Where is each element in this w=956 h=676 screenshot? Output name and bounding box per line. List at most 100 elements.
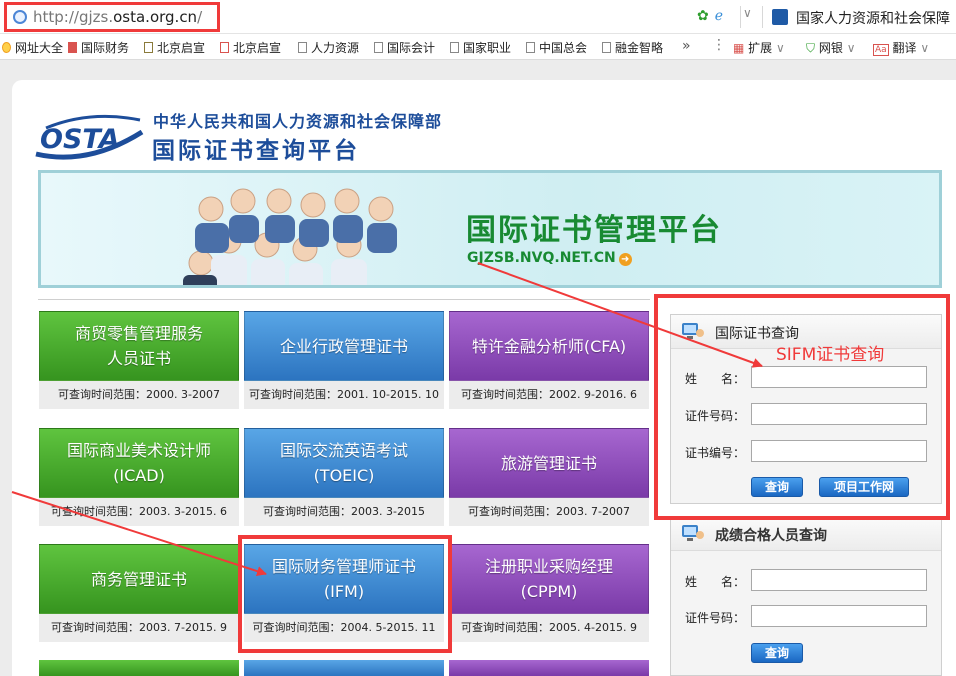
cert-title-line: 商贸零售管理服务	[74, 324, 203, 343]
cert-title[interactable]: 企业行政管理证书	[244, 311, 444, 381]
divider	[762, 6, 763, 28]
page-icon	[298, 42, 307, 53]
chevron-down-icon: ∨	[846, 41, 856, 55]
cert-tile-partial[interactable]	[449, 660, 649, 676]
refresh-leaf-icon[interactable]: ✿	[697, 8, 709, 24]
cert-title[interactable]: 国际商业美术设计师 (ICAD)	[39, 428, 239, 498]
search-button[interactable]: 查询	[751, 643, 803, 663]
range-value: 2001. 10-2015. 10	[337, 388, 439, 401]
name-input[interactable]	[751, 366, 927, 388]
cert-title[interactable]: 旅游管理证书	[449, 428, 649, 498]
cert-title[interactable]: 注册职业采购经理 (CPPM)	[449, 544, 649, 614]
cert-title-line: 旅游管理证书	[500, 453, 597, 473]
cert-title[interactable]: 国际交流英语考试 (TOEIC)	[244, 428, 444, 498]
bookmark-item[interactable]: 国际财务	[68, 39, 129, 56]
address-bar[interactable]: http://gjzs.osta.org.cn/	[4, 2, 220, 32]
bookmark-item[interactable]: 中国总会	[526, 39, 587, 56]
cert-number-input[interactable]	[751, 440, 927, 462]
tool-translate[interactable]: Aa 翻译 ∨	[873, 39, 929, 56]
bookmark-label: 国家职业	[463, 41, 512, 55]
bookmark-label: 北京启宣	[233, 41, 282, 55]
chevron-down-icon: ∨	[920, 41, 930, 55]
ie-icon[interactable]: ℯ	[715, 8, 723, 24]
cert-title[interactable]: 商务管理证书	[39, 544, 239, 614]
compat-mode-icons[interactable]: ✿ ℯ	[697, 8, 729, 24]
range-label: 可查询时间范围：	[58, 388, 147, 401]
bookmark-label: 人力资源	[311, 41, 360, 55]
range-value: 2003. 3-2015	[351, 505, 425, 518]
tool-label: 网银	[818, 41, 843, 55]
cert-title[interactable]: 商贸零售管理服务 人员证书	[39, 311, 239, 381]
bookmarks-bar: 网址大全 国际财务 北京启宣 北京启宣 人力资源 国际会计 国家职业 中国总会 …	[0, 34, 956, 60]
cert-tile[interactable]: 商贸零售管理服务 人员证书 可查询时间范围：2000. 3-2007	[39, 311, 239, 411]
range-label: 可查询时间范围：	[468, 505, 557, 518]
id-number-label: 证件号码：	[685, 611, 746, 625]
cert-title[interactable]: 国际财务管理师证书 (IFM)	[244, 544, 444, 614]
divider	[740, 6, 741, 28]
cert-range: 可查询时间范围：2003. 3-2015	[244, 498, 444, 526]
address-bar-row: http://gjzs.osta.org.cn/ ✿ ℯ ∨ 国家人力资源和社会保…	[0, 0, 956, 34]
name-label: 姓 名：	[685, 372, 746, 386]
bookmarks-more-button[interactable]: »	[682, 38, 691, 54]
computer-user-icon	[682, 525, 704, 541]
tool-netbank[interactable]: ⛉ 网银 ∨	[806, 39, 855, 56]
project-site-button[interactable]: 项目工作网	[819, 477, 909, 497]
browser-window: http://gjzs.osta.org.cn/ ✿ ℯ ∨ 国家人力资源和社会保…	[0, 0, 956, 676]
cert-number-label: 证书编号：	[685, 446, 746, 460]
page-icon	[450, 42, 459, 53]
bookmark-item[interactable]: 国家职业	[450, 39, 511, 56]
shield-icon: ⛉	[806, 41, 816, 55]
range-value: 2000. 3-2007	[146, 388, 220, 401]
cert-tile[interactable]: 国际财务管理师证书 (IFM) 可查询时间范围：2004. 5-2015. 11	[244, 544, 444, 644]
panel-header: 成绩合格人员查询	[671, 517, 941, 551]
range-label: 可查询时间范围：	[263, 505, 352, 518]
cert-title-line: 国际商业美术设计师	[66, 441, 211, 460]
tool-extensions[interactable]: ▦ 扩展 ∨	[733, 39, 785, 56]
tab-title[interactable]: 国家人力资源和社会保障	[796, 8, 950, 28]
cert-tile-partial[interactable]	[39, 660, 239, 676]
cert-tile[interactable]: 旅游管理证书 可查询时间范围：2003. 7-2007	[449, 428, 649, 528]
bookmark-icon	[144, 42, 153, 53]
cert-tile[interactable]: 国际商业美术设计师 (ICAD) 可查询时间范围：2003. 3-2015. 6	[39, 428, 239, 528]
more-options-icon[interactable]: ⋮	[712, 37, 726, 53]
banner-url-text: GJZSB.NVQ.NET.CN	[467, 250, 616, 266]
page-icon	[374, 42, 383, 53]
cert-tile[interactable]: 商务管理证书 可查询时间范围：2003. 7-2015. 9	[39, 544, 239, 644]
id-number-label: 证件号码：	[685, 409, 746, 423]
cert-title-line: (TOEIC)	[313, 466, 375, 485]
name-input[interactable]	[751, 569, 927, 591]
cert-tile[interactable]: 国际交流英语考试 (TOEIC) 可查询时间范围：2003. 3-2015	[244, 428, 444, 528]
id-number-input[interactable]	[751, 403, 927, 425]
url-text[interactable]: http://gjzs.osta.org.cn/	[33, 8, 202, 26]
cert-tile[interactable]: 企业行政管理证书 可查询时间范围：2001. 10-2015. 10	[244, 311, 444, 411]
logo-text: OSTA	[40, 124, 120, 155]
bookmark-item[interactable]: 北京启宣	[144, 39, 205, 56]
search-button[interactable]: 查询	[751, 477, 803, 497]
bookmark-icon	[68, 42, 77, 53]
range-label: 可查询时间范围：	[461, 388, 550, 401]
bookmark-item[interactable]: 国际会计	[374, 39, 435, 56]
cert-tile[interactable]: 特许金融分析师(CFA) 可查询时间范围：2002. 9-2016. 6	[449, 311, 649, 411]
url-domain: osta.org.cn	[113, 8, 198, 26]
bookmark-item[interactable]: 网址大全	[2, 39, 63, 56]
bookmark-item[interactable]: 北京启宣	[220, 39, 281, 56]
cert-title-line: 商务管理证书	[90, 569, 187, 589]
cert-tile[interactable]: 注册职业采购经理 (CPPM) 可查询时间范围：2005. 4-2015. 9	[449, 544, 649, 644]
bookmark-item[interactable]: 融金智略	[602, 39, 663, 56]
range-value: 2005. 4-2015. 9	[549, 621, 637, 634]
cert-title[interactable]: 特许金融分析师(CFA)	[449, 311, 649, 381]
range-label: 可查询时间范围：	[51, 621, 140, 634]
chevron-down-icon[interactable]: ∨	[743, 6, 752, 20]
banner[interactable]: 国际证书管理平台 GJZSB.NVQ.NET.CN ➜	[38, 170, 942, 288]
cert-tile-partial[interactable]	[244, 660, 444, 676]
range-value: 2003. 7-2007	[556, 505, 630, 518]
range-label: 可查询时间范围：	[461, 621, 550, 634]
range-value: 2003. 3-2015. 6	[139, 505, 227, 518]
globe-icon	[13, 10, 27, 24]
banner-url[interactable]: GJZSB.NVQ.NET.CN ➜	[467, 250, 632, 266]
id-number-input[interactable]	[751, 605, 927, 627]
cert-title-line: 人员证书	[106, 349, 171, 368]
bookmark-label: 网址大全	[15, 41, 64, 55]
bookmark-label: 国际财务	[81, 41, 130, 55]
bookmark-item[interactable]: 人力资源	[298, 39, 359, 56]
